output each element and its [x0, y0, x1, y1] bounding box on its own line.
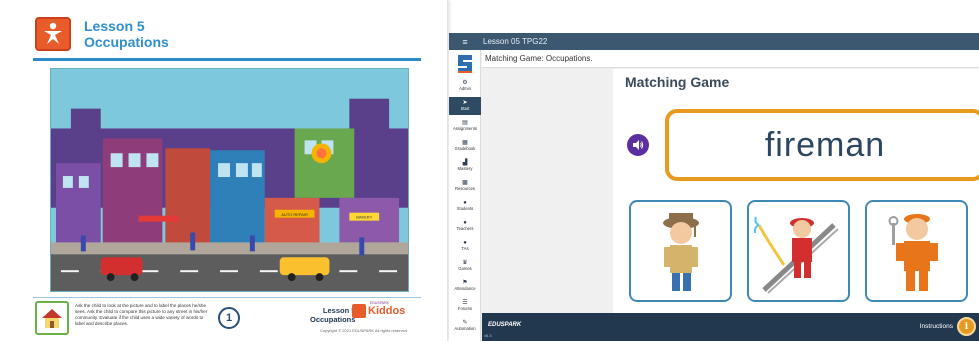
- mechanic-illustration: [888, 214, 938, 291]
- target-word-box: fireman: [665, 109, 979, 181]
- footer-left: EDUSPARK v5.3: [482, 313, 613, 341]
- top-bar: ≡ Lesson 05 TPG22: [449, 33, 979, 50]
- teacher-instructions-text: Ask the child to look at the picture and…: [75, 303, 208, 326]
- target-word: fireman: [764, 125, 886, 164]
- play-sound-button[interactable]: [627, 134, 649, 156]
- sidebar-item-label: Games: [458, 266, 472, 271]
- home-icon: [35, 301, 69, 335]
- answer-card-fireman[interactable]: [747, 200, 850, 302]
- sidebar-item-attendance[interactable]: ⚑ Attendance: [449, 277, 481, 295]
- sidebar-item-label: Students: [456, 206, 474, 211]
- sidebar-item-label: Assignments: [453, 126, 477, 131]
- course-title: Lesson 05 TPG22: [483, 37, 548, 46]
- detective-illustration: [662, 213, 699, 291]
- sidebar-item-teachers[interactable]: ● Teachers: [449, 217, 481, 235]
- activity-title: Matching Game: Occupations.: [482, 50, 979, 68]
- sidebar-item-resources[interactable]: ▩ Resources: [449, 177, 481, 195]
- sidebar-item-gradebook[interactable]: ▦ Gradebook: [449, 137, 481, 155]
- bakery-sign: BAKERY: [356, 215, 372, 220]
- sidebar-item-tas[interactable]: ● TAs: [449, 237, 481, 255]
- page-number: 1: [218, 307, 240, 329]
- footer-lesson-topic: Occupations: [310, 315, 356, 324]
- eduspark-logo-icon[interactable]: [454, 53, 476, 75]
- footer-divider: [33, 297, 421, 298]
- eduspark-footer-logo: EDUSPARK: [488, 322, 522, 328]
- lesson-topic: Occupations: [84, 34, 169, 50]
- brand-small-label: EDUSPARK: [370, 301, 389, 305]
- sidebar-item-label: Admin: [459, 86, 471, 91]
- instructions-label[interactable]: Instructions: [920, 323, 953, 330]
- sidebar-item-label: Automation: [454, 326, 476, 331]
- sidebar: ⚙ Admin ➤ Start ▤ Assignments ▦ Gradebook ▟ M…: [449, 50, 481, 341]
- speaker-icon: [633, 140, 644, 150]
- sidebar-item-label: Forums: [457, 306, 473, 311]
- street-scene-illustration: AUTO REPAIR BAKERY: [50, 68, 409, 292]
- footer-lesson-label: Lesson 5 Occupations: [310, 306, 355, 324]
- version-label: v5.3: [484, 333, 492, 338]
- lesson-number: Lesson 5: [84, 18, 145, 34]
- kiddos-mark-icon: [352, 304, 366, 318]
- sidebar-item-label: Gradebook: [454, 146, 476, 151]
- sidebar-item-label: Resources: [454, 186, 475, 191]
- sidebar-item-students[interactable]: ● Students: [449, 197, 481, 215]
- sidebar-item-label: Teachers: [456, 226, 474, 231]
- game-title: Matching Game: [625, 74, 730, 90]
- sidebar-item-mastery[interactable]: ▟ Mastery: [449, 157, 481, 175]
- copyright-text: Copyright © 2021 EDUSPARK All rights res…: [320, 328, 409, 333]
- auto-repair-sign: AUTO REPAIR: [281, 212, 308, 217]
- sidebar-item-label: Attendance: [454, 286, 476, 291]
- footer-lesson-number: Lesson 5: [322, 306, 356, 315]
- info-icon[interactable]: i: [957, 317, 976, 336]
- lesson-page: Lesson 5 Occupations AUTO REPAIR BAKERY …: [0, 0, 448, 341]
- matching-game-panel: Matching Game fireman: [613, 69, 979, 313]
- sidebar-item-label: Mastery: [457, 166, 473, 171]
- kiddos-brand: EDUSPARK Kiddos: [352, 301, 406, 318]
- sidebar-item-label: Start: [460, 106, 470, 111]
- sidebar-item-label: TAs: [461, 246, 469, 251]
- sidebar-item-admin[interactable]: ⚙ Admin: [449, 77, 481, 95]
- sidebar-item-assignments[interactable]: ▤ Assignments: [449, 117, 481, 135]
- answer-card-mechanic[interactable]: [865, 200, 968, 302]
- answer-card-detective[interactable]: [629, 200, 732, 302]
- hamburger-icon[interactable]: ≡: [449, 37, 481, 47]
- sidebar-item-games[interactable]: ♛ Games: [449, 257, 481, 275]
- footer-bar: Instructions i: [613, 313, 979, 341]
- sidebar-item-start[interactable]: ➤ Start: [449, 97, 481, 115]
- fireman-illustration: [753, 216, 839, 294]
- brand-name: Kiddos: [368, 305, 406, 317]
- sidebar-item-forums[interactable]: ☰ Forums: [449, 297, 481, 315]
- sidebar-item-automation[interactable]: ✎ Automation: [449, 317, 481, 335]
- title-divider: [33, 58, 421, 61]
- kiddos-logo-icon: [35, 17, 71, 51]
- screen: Lesson 5 Occupations AUTO REPAIR BAKERY …: [0, 0, 979, 341]
- lms-window: ≡ Lesson 05 TPG22 ⚙ Admin ➤ Start ▤ Assignm…: [449, 33, 979, 341]
- lesson-title: Lesson 5 Occupations: [84, 18, 169, 50]
